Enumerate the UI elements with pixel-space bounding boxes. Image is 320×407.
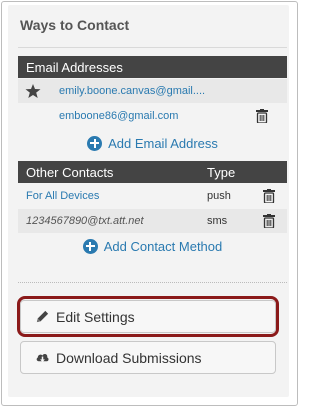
add-email-address-label: Add Email Address	[108, 135, 218, 151]
contact-row: 1234567890@txt.att.net sms	[18, 209, 287, 233]
ways-to-contact-panel: Ways to Contact Email Addresses emily.bo…	[8, 5, 289, 397]
email-addresses-header: Email Addresses	[18, 56, 287, 78]
add-email-address-link[interactable]: Add Email Address	[18, 131, 287, 155]
contact-type: sms	[207, 215, 228, 227]
panel-title: Ways to Contact	[20, 17, 130, 33]
trash-icon[interactable]	[263, 214, 275, 228]
pencil-icon	[36, 310, 49, 323]
star-icon	[25, 84, 41, 98]
edit-settings-label: Edit Settings	[56, 308, 135, 325]
contact-name: 1234567890@txt.att.net	[26, 215, 144, 227]
cloud-download-icon	[36, 353, 49, 363]
email-row: emboone86@gmail.com	[18, 104, 287, 128]
download-submissions-label: Download Submissions	[56, 349, 202, 366]
column-header-other-contacts: Other Contacts	[26, 165, 114, 180]
trash-icon[interactable]	[256, 109, 268, 123]
other-contacts-header: Other Contacts Type	[18, 161, 287, 183]
email-row-default: emily.boone.canvas@gmail....	[18, 79, 287, 103]
edit-settings-button[interactable]: Edit Settings	[20, 300, 276, 333]
contact-name-link[interactable]: For All Devices	[26, 190, 99, 202]
email-address-link[interactable]: emily.boone.canvas@gmail....	[59, 85, 205, 97]
plus-circle-icon	[82, 238, 98, 254]
contact-type: push	[207, 190, 231, 202]
email-addresses-header-label: Email Addresses	[26, 60, 123, 75]
title-divider	[18, 47, 287, 48]
contact-row: For All Devices push	[18, 184, 287, 208]
trash-icon[interactable]	[263, 189, 275, 203]
add-contact-method-label: Add Contact Method	[103, 238, 223, 254]
add-contact-method-link[interactable]: Add Contact Method	[18, 234, 287, 258]
download-submissions-button[interactable]: Download Submissions	[20, 341, 276, 374]
column-header-type: Type	[207, 165, 236, 180]
section-divider	[18, 282, 287, 283]
plus-circle-icon	[87, 135, 103, 151]
email-address-link[interactable]: emboone86@gmail.com	[59, 110, 178, 122]
